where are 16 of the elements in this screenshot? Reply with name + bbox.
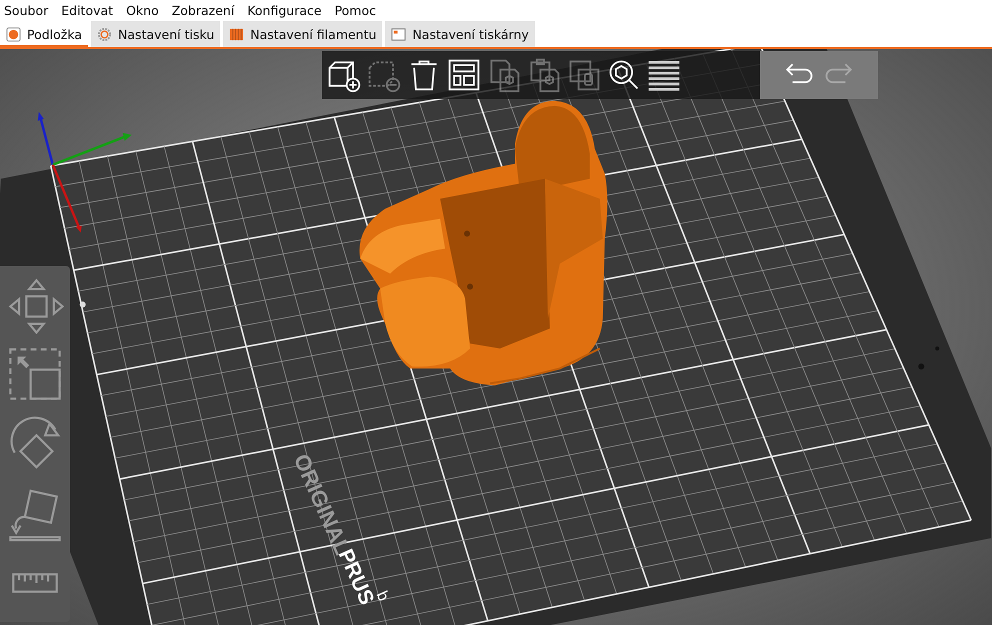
- gear-icon: [97, 26, 112, 42]
- printer-window-icon: [391, 26, 406, 42]
- arrange-icon[interactable]: [446, 57, 482, 93]
- filament-spool-icon: [229, 26, 244, 42]
- bed-logo-text: b: [372, 588, 392, 604]
- tab[interactable]: Nastavení filamentu: [223, 21, 382, 47]
- menu-item[interactable]: Okno: [126, 3, 159, 18]
- plater-icon: [6, 26, 21, 42]
- menu-item[interactable]: Editovat: [61, 3, 114, 18]
- tab[interactable]: Nastavení tisku: [91, 21, 220, 47]
- menu-item[interactable]: Konfigurace: [247, 3, 322, 18]
- menu-item[interactable]: Pomoc: [334, 3, 376, 18]
- menu-item[interactable]: Zobrazení: [172, 3, 234, 18]
- menu-item[interactable]: Soubor: [4, 3, 48, 18]
- tab[interactable]: Nastavení tiskárny: [385, 21, 535, 47]
- 3d-model-drawing[interactable]: [360, 100, 608, 386]
